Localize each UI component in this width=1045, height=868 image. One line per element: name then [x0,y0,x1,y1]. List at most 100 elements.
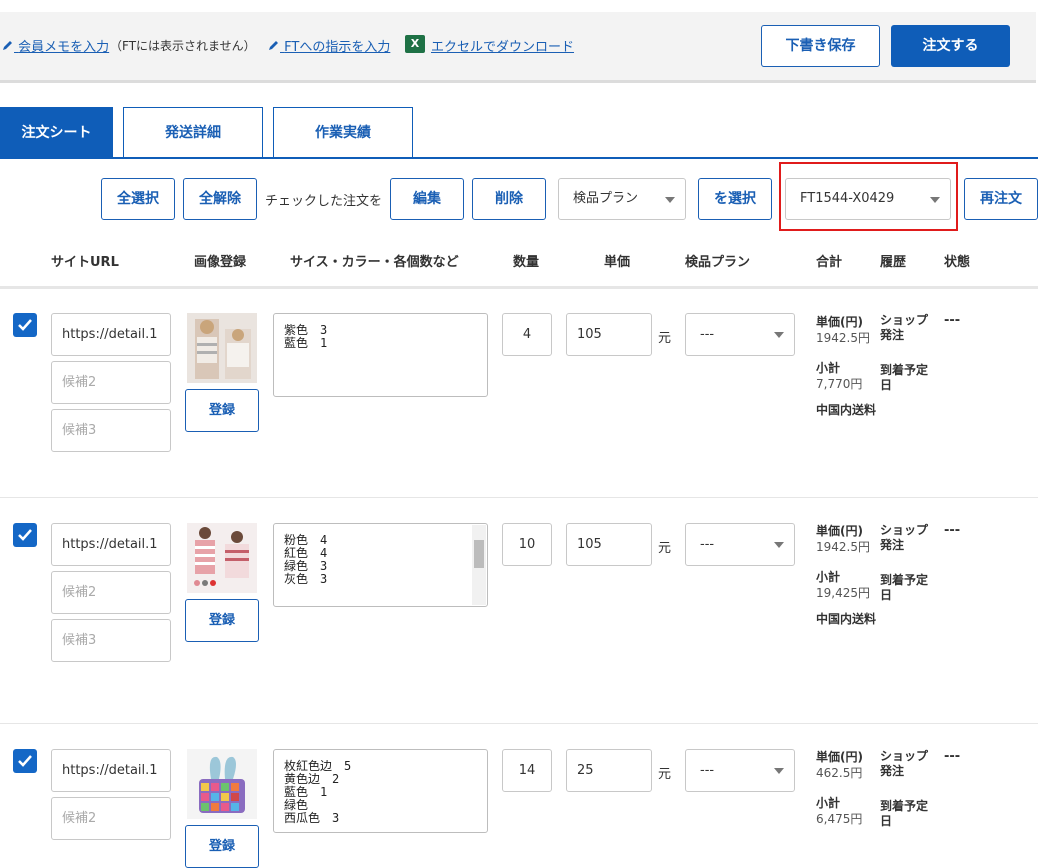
tab-shipping-details[interactable]: 発送詳細 [123,107,263,157]
check-icon [18,529,32,541]
ft-instruction-link[interactable]: FTへの指示を入力 [268,36,390,55]
currency-label: 元 [658,541,672,556]
candidate3-input[interactable]: 候補3 [51,409,171,452]
row-checkbox[interactable] [13,523,37,547]
tab-order-sheet[interactable]: 注文シート [0,107,113,157]
unit-price-label: 単価(円) [816,315,863,329]
plan-value: --- [700,537,715,552]
unit-price-value: 1942.5円 [816,331,870,345]
inspection-plan-select[interactable]: 検品プラン [558,178,686,220]
plan-select[interactable]: --- [685,313,795,356]
unit-price-label: 単価(円) [816,524,863,538]
currency-label: 元 [658,767,672,782]
site-url-input[interactable]: https://detail.1 [51,749,171,792]
status-value: --- [944,313,961,328]
excel-icon: X [405,35,425,53]
plan-value: --- [700,763,715,778]
product-image [187,523,257,593]
col-details: サイス・カラー・各個数など [290,255,459,270]
quantity-input[interactable]: 4 [502,313,552,356]
subtotal-value: 19,425円 [816,586,870,600]
member-memo-link[interactable]: 会員メモを入力 [2,36,109,55]
unit-price-value: 462.5円 [816,766,863,780]
plan-value: --- [700,327,715,342]
plan-select[interactable]: --- [685,749,795,792]
candidate2-input[interactable]: 候補2 [51,571,171,614]
plan-select[interactable]: --- [685,523,795,566]
details-textarea[interactable]: 枚紅色边 5 黄色边 2 藍色 1 緑色 西瓜色 3 [273,749,488,833]
col-history: 履歴 [880,255,907,270]
check-icon [18,755,32,767]
details-textarea[interactable]: 紫色 3 藍色 1 [273,313,488,397]
shipping-label: 中国内送料 [816,612,877,626]
chevron-down-icon [774,542,784,548]
deselect-all-button[interactable]: 全解除 [183,178,257,220]
history-arrival: 到着予定日 [880,573,929,602]
shipping-label: 中国内送料 [816,403,877,417]
product-image [187,313,257,383]
site-url-input[interactable]: https://detail.1 [51,313,171,356]
subtotal-label: 小計 [816,361,841,375]
unit-price-input[interactable]: 105 [566,313,652,356]
tab-work-results[interactable]: 作業実績 [273,107,413,157]
subtotal-label: 小計 [816,796,841,810]
history-order: ショップ発注 [880,749,929,778]
edit-button[interactable]: 編集 [390,178,464,220]
total-info: 単価(円) 1942.5円 小計 7,770円 中国内送料 [816,314,876,418]
row-checkbox[interactable] [13,749,37,773]
unit-price-input[interactable]: 105 [566,523,652,566]
draft-save-button[interactable]: 下書き保存 [761,25,880,67]
chevron-down-icon [774,332,784,338]
history-arrival: 到着予定日 [880,799,929,828]
subtotal-label: 小計 [816,570,841,584]
subtotal-value: 6,475円 [816,812,863,826]
inspection-plan-value: 検品プラン [573,191,639,206]
status-value: --- [944,523,961,538]
site-url-input[interactable]: https://detail.1 [51,523,171,566]
unit-price-label: 単価(円) [816,750,863,764]
textarea-scrollbar[interactable] [472,525,486,605]
col-quantity: 数量 [513,255,540,270]
candidate2-input[interactable]: 候補2 [51,797,171,840]
top-strip [0,0,1036,12]
register-image-button[interactable]: 登録 [185,389,259,432]
check-icon [18,319,32,331]
col-inspection-plan: 検品プラン [685,255,751,270]
checked-orders-label: チェックした注文を [265,194,383,209]
apply-select-button[interactable]: を選択 [698,178,772,220]
row-checkbox[interactable] [13,313,37,337]
chevron-down-icon [665,197,675,203]
reorder-button[interactable]: 再注文 [964,178,1038,220]
order-button[interactable]: 注文する [891,25,1010,67]
register-image-button[interactable]: 登録 [185,599,259,642]
row-divider [0,497,1038,498]
currency-label: 元 [658,331,672,346]
history-arrival: 到着予定日 [880,363,929,392]
col-total: 合計 [816,255,843,270]
row-divider [0,723,1038,724]
candidate3-input[interactable]: 候補3 [51,619,171,662]
scrollbar-thumb[interactable] [474,540,484,568]
unit-price-input[interactable]: 25 [566,749,652,792]
ft-note: （FTには表示されません） [110,39,256,53]
col-status: 状態 [944,255,971,270]
select-all-button[interactable]: 全選択 [101,178,175,220]
member-memo-label: 会員メモを入力 [18,40,110,55]
details-textarea[interactable]: 粉色 4 紅色 4 緑色 3 灰色 3 [273,523,488,607]
col-image-register: 画像登録 [194,255,247,270]
delete-button[interactable]: 削除 [472,178,546,220]
total-info: 単価(円) 1942.5円 小計 19,425円 中国内送料 [816,523,876,627]
col-site-url: サイトURL [51,255,119,270]
quantity-input[interactable]: 10 [502,523,552,566]
status-value: --- [944,749,961,764]
pencil-icon [269,41,278,50]
register-image-button[interactable]: 登録 [185,825,259,868]
quantity-input[interactable]: 14 [502,749,552,792]
candidate2-input[interactable]: 候補2 [51,361,171,404]
excel-download-link[interactable]: エクセルでダウンロード [431,36,574,55]
chevron-down-icon [774,768,784,774]
ft-instruction-label: FTへの指示を入力 [284,40,391,55]
unit-price-value: 1942.5円 [816,540,870,554]
history-order: ショップ発注 [880,313,929,342]
history-order: ショップ発注 [880,523,929,552]
